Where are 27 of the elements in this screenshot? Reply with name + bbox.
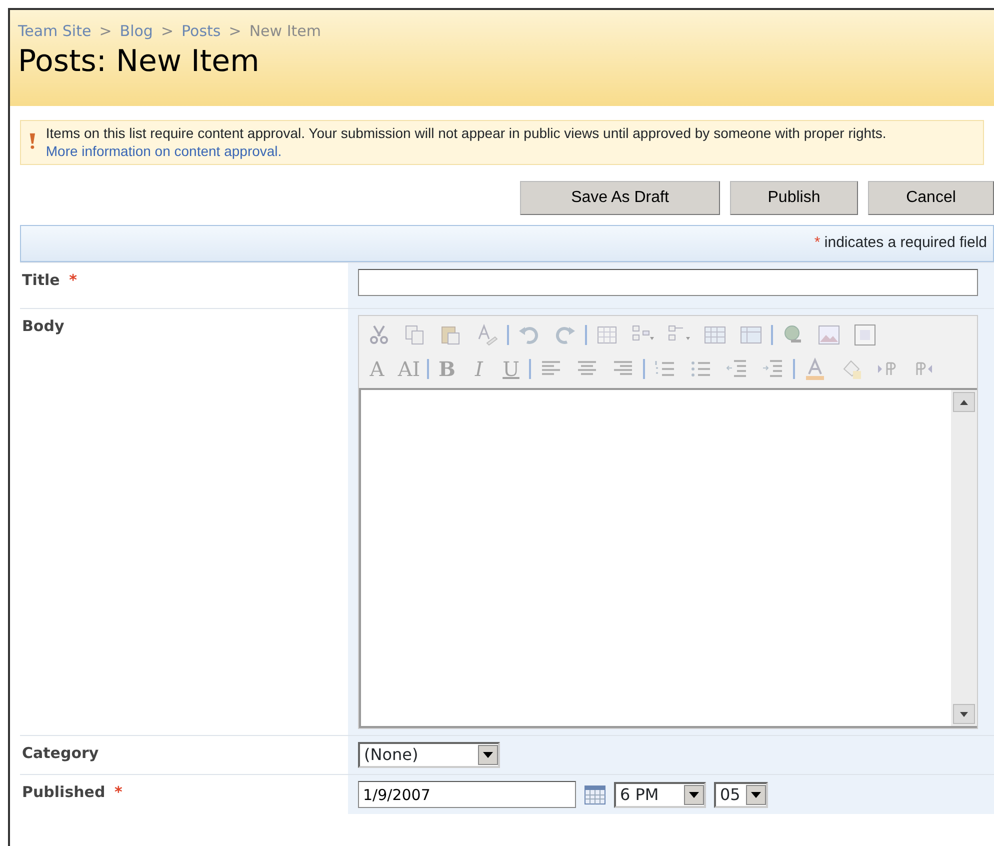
page-title: Posts: New Item bbox=[18, 44, 260, 78]
required-field-note: * indicates a required field bbox=[814, 233, 987, 254]
breadcrumb-link[interactable]: Blog bbox=[120, 22, 153, 40]
content-approval-link[interactable]: More information on content approval. bbox=[46, 142, 282, 158]
save-draft-button[interactable]: Save As Draft bbox=[520, 181, 720, 215]
date-input[interactable]: 1/9/2007 bbox=[358, 781, 576, 808]
publish-button[interactable]: Publish bbox=[730, 181, 858, 215]
title-input[interactable] bbox=[358, 269, 978, 296]
field-label: Category bbox=[21, 743, 100, 764]
notice-text: Items on this list require content approval. Your submission will not appear in public views until approved by someone with proper rights. More information on content approval. bbox=[46, 125, 888, 160]
field-label: Title * bbox=[21, 270, 78, 291]
breadcrumb-current: New Item bbox=[249, 22, 321, 40]
field-label: Body bbox=[21, 316, 66, 337]
minute-select[interactable]: 05 bbox=[714, 782, 768, 808]
breadcrumb-separator: > bbox=[160, 22, 174, 40]
hour-select[interactable]: 6 PM bbox=[614, 782, 706, 808]
scrollbar[interactable] bbox=[951, 390, 977, 726]
scroll-down-icon[interactable] bbox=[953, 704, 975, 724]
field-label: Published * bbox=[21, 782, 124, 803]
calendar-icon[interactable] bbox=[584, 784, 606, 804]
breadcrumb-link[interactable]: Team Site bbox=[18, 22, 92, 40]
category-select[interactable]: (None) bbox=[358, 742, 500, 768]
scroll-up-icon[interactable] bbox=[953, 392, 975, 412]
breadcrumb-separator: > bbox=[228, 22, 242, 40]
breadcrumb-separator: > bbox=[99, 22, 112, 40]
breadcrumb-link[interactable]: Posts bbox=[182, 22, 221, 40]
cancel-button[interactable]: Cancel bbox=[868, 181, 994, 215]
